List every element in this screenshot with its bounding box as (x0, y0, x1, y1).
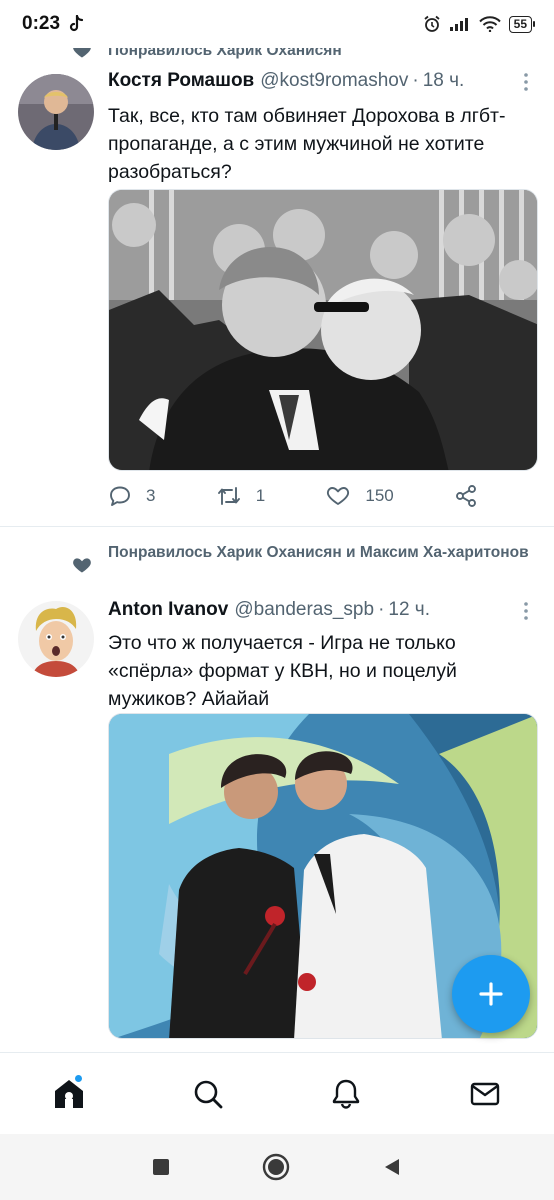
avatar[interactable] (18, 601, 94, 677)
messages-icon (470, 1082, 499, 1105)
compose-plus-icon (479, 982, 503, 1006)
share-button[interactable] (454, 484, 478, 508)
author-name[interactable]: Костя Ромашов (108, 70, 254, 92)
retweet-count: 1 (255, 486, 266, 505)
separator-dot: · (378, 599, 385, 620)
separator-dot: · (412, 70, 419, 91)
avatar[interactable] (18, 74, 94, 150)
reply-button[interactable]: 3 (108, 484, 155, 508)
retweet-button[interactable]: 1 (216, 484, 265, 508)
compose-tweet-button[interactable] (452, 955, 530, 1033)
share-icon (456, 485, 476, 507)
social-context: Понравилось Харик Оханисян и Максим Ха-х… (108, 544, 529, 561)
bottom-tab-bar (0, 1052, 554, 1134)
author-handle[interactable]: @kost9romashov (260, 70, 408, 92)
back-triangle-icon[interactable] (382, 1157, 402, 1177)
wifi-icon (478, 16, 501, 32)
tab-search[interactable] (178, 1064, 238, 1124)
tab-messages[interactable] (455, 1064, 515, 1124)
recents-square-icon[interactable] (152, 1158, 170, 1176)
timeline-feed[interactable]: Понравилось Харик Оханисян Костя Ромашов… (0, 36, 554, 1052)
home-circle-icon[interactable] (262, 1153, 290, 1181)
status-right: 55 (423, 15, 536, 33)
tweet-header: Anton Ivanov @banderas_spb · 12 ч. (108, 599, 524, 621)
like-button[interactable]: 150 (325, 484, 394, 508)
notifications-icon (333, 1079, 360, 1109)
author-handle[interactable]: @banderas_spb (234, 599, 374, 621)
tweet-text: Так, все, кто там обвиняет Дорохова в лг… (108, 105, 506, 183)
more-options-icon[interactable] (518, 601, 534, 621)
status-bar: 0:23 55 (0, 0, 554, 48)
tweet-time: 12 ч. (388, 599, 430, 620)
tweet-text: Это что ж получается - Игра не только «с… (108, 632, 457, 710)
tweet-time: 18 ч. (422, 70, 465, 91)
retweet-icon (217, 487, 240, 505)
like-count: 150 (365, 486, 394, 505)
photo-content (109, 190, 537, 470)
tweet-actions: 3 1 150 (108, 484, 478, 508)
status-time: 0:23 (22, 13, 61, 34)
status-left: 0:23 (22, 13, 84, 35)
author-name[interactable]: Anton Ivanov (108, 599, 228, 621)
tab-notifications[interactable] (316, 1064, 376, 1124)
tab-home[interactable] (39, 1064, 99, 1124)
avatar-image (18, 601, 94, 677)
reply-count: 3 (146, 486, 156, 505)
cellular-signal-icon (449, 18, 468, 31)
alarm-icon (424, 15, 440, 32)
tweet-header: Костя Ромашов @kost9romashov · 18 ч. (108, 70, 524, 92)
tweet-card[interactable]: Понравилось Харик Оханисян Костя Ромашов… (0, 36, 554, 527)
tiktok-icon (69, 15, 84, 32)
system-navigation-bar (0, 1134, 554, 1200)
battery-indicator: 55 (508, 15, 536, 33)
heart-icon (73, 558, 91, 573)
avatar-image (18, 74, 94, 150)
search-icon (194, 1080, 223, 1108)
reply-icon (110, 486, 130, 506)
more-options-icon[interactable] (518, 72, 534, 92)
like-icon (327, 487, 350, 505)
tweet-image[interactable] (108, 189, 538, 471)
new-tweets-dot (74, 1073, 84, 1083)
